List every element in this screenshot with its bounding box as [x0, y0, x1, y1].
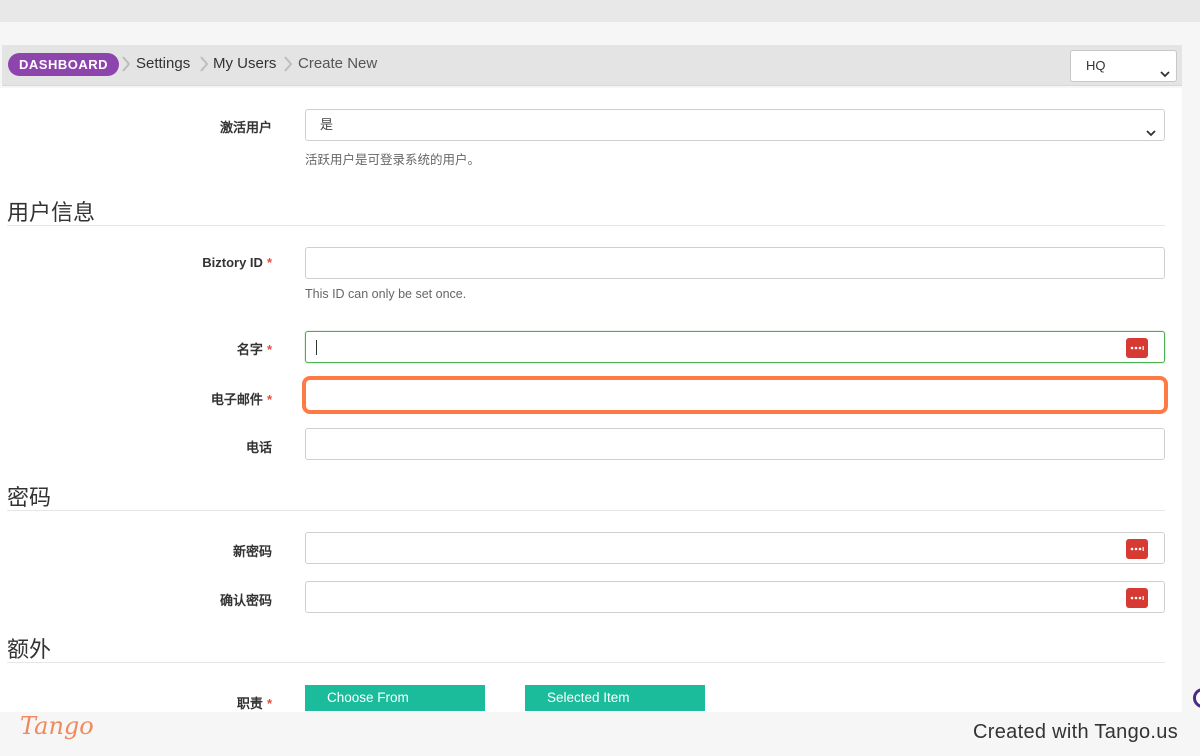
location-select[interactable]: HQ — [1070, 50, 1177, 82]
chevron-right-icon — [199, 55, 209, 73]
roles-selected-item[interactable]: Selected Item — [525, 685, 705, 711]
chevron-down-icon — [1160, 60, 1170, 90]
active-user-select[interactable]: 是 — [305, 109, 1165, 141]
section-divider — [7, 662, 1165, 663]
phone-label: 电话 — [245, 440, 272, 455]
password-dots-icon[interactable] — [1126, 539, 1148, 559]
section-extra: 额外 — [7, 637, 52, 662]
chevron-right-icon — [121, 55, 131, 73]
name-input[interactable] — [305, 331, 1165, 363]
text-cursor — [316, 340, 317, 355]
biztory-id-help: This ID can only be set once. — [305, 287, 467, 301]
confirm-password-label: 确认密码 — [219, 593, 272, 608]
tango-credit: Created with Tango.us — [973, 721, 1178, 743]
confirm-password-input[interactable] — [305, 581, 1165, 613]
section-divider — [7, 510, 1165, 511]
chevron-down-icon — [1146, 119, 1156, 149]
chevron-right-icon — [283, 55, 293, 73]
biztory-id-label: Biztory ID * — [202, 255, 272, 270]
roles-label: 职责 * — [236, 696, 272, 711]
section-divider — [7, 225, 1165, 226]
breadcrumb-my-users[interactable]: My Users — [213, 55, 276, 73]
active-user-help: 活跃用户是可登录系统的用户。 — [305, 153, 481, 167]
name-label: 名字 * — [236, 342, 272, 357]
top-strip — [0, 0, 1200, 22]
breadcrumb-dashboard[interactable]: DASHBOARD — [8, 53, 119, 76]
location-select-value: HQ — [1086, 58, 1106, 73]
tango-logo: Tango — [20, 712, 94, 740]
new-password-label: 新密码 — [232, 544, 272, 559]
active-user-value: 是 — [320, 117, 334, 132]
breadcrumb: DASHBOARD Settings My Users Create New H… — [2, 45, 1182, 86]
roles-choose-from[interactable]: Choose From — [305, 685, 485, 711]
active-user-label: 激活用户 — [219, 120, 272, 135]
new-password-input[interactable] — [305, 532, 1165, 564]
breadcrumb-create-new: Create New — [298, 55, 378, 72]
section-password: 密码 — [7, 485, 52, 510]
phone-input[interactable] — [305, 428, 1165, 460]
biztory-id-input[interactable] — [305, 247, 1165, 279]
email-label: 电子邮件 * — [210, 392, 272, 407]
password-dots-icon[interactable] — [1126, 338, 1148, 358]
section-user-info: 用户信息 — [7, 200, 96, 225]
help-widget-icon[interactable] — [1193, 688, 1200, 708]
breadcrumb-settings[interactable]: Settings — [136, 55, 190, 73]
footer: Tango Created with Tango.us — [0, 712, 1200, 756]
password-dots-icon[interactable] — [1126, 588, 1148, 608]
email-input[interactable] — [302, 376, 1168, 414]
